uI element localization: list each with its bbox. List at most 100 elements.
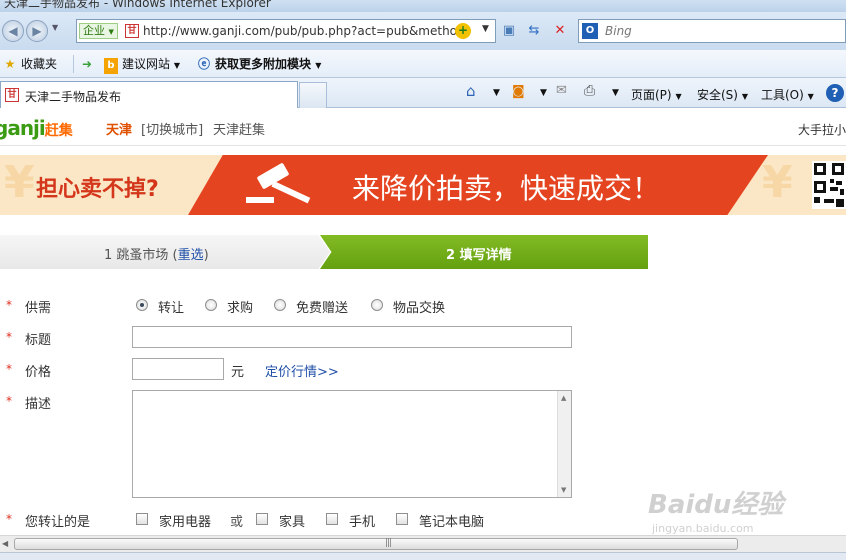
auction-hammer-icon <box>246 163 311 204</box>
suggested-sites-button[interactable]: b 建议网站 ▼ <box>104 56 180 74</box>
scroll-down-icon[interactable]: ▼ <box>561 486 566 494</box>
publish-steps <box>0 235 648 269</box>
step-1: 1 跳蚤市场 (重选) <box>104 244 209 263</box>
bing-icon: b <box>104 58 118 74</box>
address-field[interactable]: 企业 ▼ 甘 http://www.ganji.com/pub/pub.php?… <box>76 19 496 43</box>
scroll-left-icon[interactable]: ◀ <box>2 539 8 548</box>
reselect-link[interactable]: 重选 <box>178 248 204 263</box>
site-logo[interactable]: ganji赶集 <box>0 116 73 140</box>
chevron-down-icon: ▼ <box>675 92 682 101</box>
safety-menu-label: 安全(S) <box>697 88 738 102</box>
category-option-label[interactable]: 家具 <box>279 511 305 530</box>
history-dropdown-icon[interactable]: ▼ <box>52 23 58 32</box>
yen-decoration-icon: ¥ <box>4 157 35 208</box>
scrollbar-thumb[interactable]: ||| <box>14 538 738 550</box>
refresh-icon[interactable]: ⇆ <box>523 20 545 42</box>
switch-city-link[interactable]: [切换城市] <box>141 119 203 138</box>
feeds-dropdown-icon[interactable]: ▼ <box>540 88 547 98</box>
title-label: 标题 <box>25 333 52 348</box>
feeds-icon[interactable]: ◙ <box>512 84 525 99</box>
window-title-bar: 天津二手物品发布 - Windows Internet Explorer <box>0 0 846 12</box>
star-icon: ★ <box>4 57 16 71</box>
category-checkbox-laptop[interactable] <box>396 513 408 525</box>
supply-option-label[interactable]: 转让 <box>158 297 184 316</box>
yen-decoration-icon: ¥ <box>762 157 793 208</box>
textarea-scrollbar[interactable]: ▲ ▼ <box>557 391 571 497</box>
supply-option-label[interactable]: 免费赠送 <box>296 297 348 316</box>
tools-menu[interactable]: 工具(O) ▼ <box>761 86 814 103</box>
promo-banner[interactable]: ¥ ¥ 担心卖不掉? 来降价拍卖，快速成交！ <box>0 155 846 215</box>
price-trend-link[interactable]: 定价行情>> <box>265 361 339 380</box>
category-option-label[interactable]: 家用电器 <box>159 511 211 530</box>
category-checkbox-furniture[interactable] <box>256 513 268 525</box>
site-name-link[interactable]: 天津赶集 <box>213 119 265 138</box>
required-mark: * <box>6 330 12 344</box>
compat-page-icon[interactable]: ▣ <box>498 20 520 42</box>
arrow-left-icon: ◀ <box>8 24 18 38</box>
description-textarea[interactable]: ▲ ▼ <box>132 390 572 498</box>
home-icon[interactable]: ⌂ <box>466 82 476 100</box>
url-text[interactable]: http://www.ganji.com/pub/pub.php?act=pub… <box>143 24 457 38</box>
home-dropdown-icon[interactable]: ▼ <box>493 88 500 98</box>
zone-badge[interactable]: 企业 ▼ <box>79 23 118 39</box>
supply-label: 供需 <box>25 301 52 316</box>
price-input[interactable] <box>132 358 224 380</box>
ie-logo-icon: ⓔ <box>197 57 210 71</box>
add-to-favorites-button[interactable]: ➜ <box>80 56 98 72</box>
address-toolbar: ◀ ▶ ▼ 企业 ▼ 甘 http://www.ganji.com/pub/pu… <box>0 12 846 50</box>
category-option-label[interactable]: 手机 <box>349 511 375 530</box>
address-dropdown-icon[interactable]: ▼ <box>482 24 489 34</box>
category-checkbox-phone[interactable] <box>326 513 338 525</box>
step-1-label: 1 跳蚤市场 ( <box>104 248 178 263</box>
search-provider-icon: O <box>582 23 598 39</box>
chevron-down-icon: ▼ <box>315 61 322 70</box>
get-addons-label: 获取更多附加模块 <box>215 57 312 71</box>
current-city: 天津 <box>106 123 133 138</box>
scroll-up-icon[interactable]: ▲ <box>561 394 566 402</box>
search-placeholder: Bing <box>605 24 632 38</box>
print-icon[interactable]: ⎙ <box>584 83 595 99</box>
or-text: 或 <box>230 515 244 530</box>
horizontal-scrollbar[interactable]: ◀ ||| <box>0 535 846 552</box>
supply-option-label[interactable]: 求购 <box>227 297 253 316</box>
supply-radio-free[interactable] <box>274 299 286 311</box>
supply-radio-exchange[interactable] <box>371 299 383 311</box>
print-dropdown-icon[interactable]: ▼ <box>612 88 619 98</box>
back-button[interactable]: ◀ <box>2 20 24 42</box>
user-greeting[interactable]: 大手拉小 <box>798 121 846 138</box>
supply-option-label[interactable]: 物品交换 <box>393 297 445 316</box>
favorites-button[interactable]: ★ 收藏夹 <box>3 56 57 72</box>
chevron-down-icon: ▼ <box>108 28 114 36</box>
site-header: ganji赶集 天津 [切换城市] 天津赶集 大手拉小 <box>0 110 846 146</box>
required-mark: * <box>6 512 12 526</box>
watermark-main: Baidu经验 <box>648 490 784 520</box>
get-addons-button[interactable]: ⓔ 获取更多附加模块 ▼ <box>197 56 321 72</box>
new-tab-button[interactable] <box>299 82 327 108</box>
status-bar <box>0 552 846 560</box>
mail-icon[interactable]: ✉ <box>556 83 567 98</box>
banner-left-slogan: 担心卖不掉? <box>36 177 159 202</box>
price-row: * 价格 元 定价行情>> <box>0 358 846 382</box>
favorites-bar: ★ 收藏夹 ➜ b 建议网站 ▼ ⓔ 获取更多附加模块 ▼ <box>0 50 846 78</box>
scroll-grip-icon: ||| <box>385 538 392 548</box>
tab-current[interactable]: 甘 天津二手物品发布 <box>0 81 298 108</box>
window-title: 天津二手物品发布 - Windows Internet Explorer <box>4 0 271 10</box>
supply-radio-wanted[interactable] <box>205 299 217 311</box>
category-checkbox-appliances[interactable] <box>136 513 148 525</box>
title-input[interactable] <box>132 326 572 348</box>
tab-label: 天津二手物品发布 <box>25 90 122 104</box>
logo-cn-text: 赶集 <box>44 123 73 139</box>
step-1-suffix: ) <box>203 248 209 263</box>
category-option-label[interactable]: 笔记本电脑 <box>419 511 484 530</box>
compatibility-view-icon[interactable]: + <box>455 23 471 39</box>
search-field[interactable]: O Bing <box>578 19 846 43</box>
supply-radio-transfer[interactable] <box>136 299 148 311</box>
forward-button[interactable]: ▶ <box>26 20 48 42</box>
step-2-current: 2 填写详情 <box>446 248 512 263</box>
safety-menu[interactable]: 安全(S) ▼ <box>697 86 748 103</box>
supply-row: * 供需 转让 求购 免费赠送 物品交换 <box>0 294 846 318</box>
title-row: * 标题 <box>0 326 846 350</box>
page-menu[interactable]: 页面(P) ▼ <box>631 86 682 103</box>
help-icon[interactable]: ? <box>826 84 844 102</box>
stop-icon[interactable]: ✕ <box>549 20 571 42</box>
